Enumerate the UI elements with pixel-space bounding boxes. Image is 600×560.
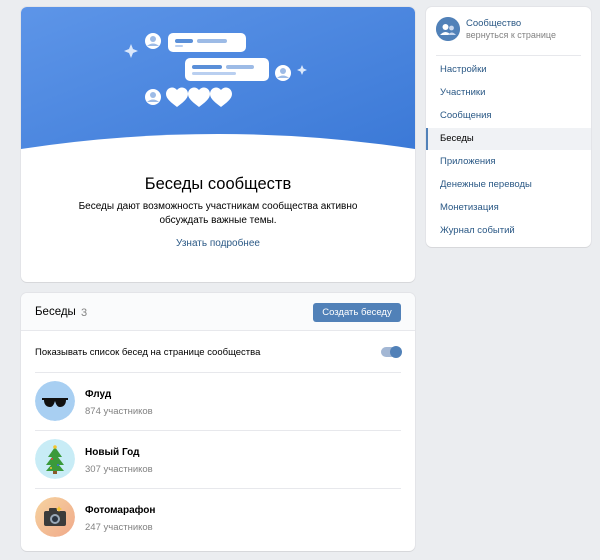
chats-count: 3	[81, 307, 88, 319]
chat-avatar	[35, 439, 75, 479]
chats-list-card: Беседы 3 Создать беседу Показывать списо…	[21, 293, 415, 551]
promo-description: Беседы дают возможность участникам сообщ…	[78, 201, 358, 226]
chat-members-count: 247 участников	[85, 522, 153, 533]
chat-name: Флуд	[85, 389, 112, 400]
menu-item-settings[interactable]: Настройки	[426, 59, 591, 81]
chats-promo-card: Беседы сообществ Беседы дают возможность…	[21, 7, 415, 282]
chat-members-count: 874 участников	[85, 406, 153, 417]
menu-item-monetization[interactable]: Монетизация	[426, 197, 591, 219]
toggle-knob	[390, 346, 402, 358]
learn-more-link[interactable]: Узнать подробнее	[21, 238, 415, 249]
chat-list-item[interactable]: Фотомарафон 247 участников	[35, 489, 401, 546]
back-to-page-link: вернуться к странице	[466, 30, 556, 40]
chat-name: Фотомарафон	[85, 505, 156, 516]
chat-name: Новый Год	[85, 447, 140, 458]
chat-list-item[interactable]: Флуд 874 участников	[35, 373, 401, 430]
show-chats-toggle[interactable]	[381, 346, 402, 358]
sunglasses-icon	[35, 381, 75, 421]
chat-members-count: 307 участников	[85, 464, 153, 475]
menu-item-money-transfers[interactable]: Денежные переводы	[426, 174, 591, 196]
show-chats-setting: Показывать список бесед на странице сооб…	[35, 345, 402, 361]
community-avatar	[436, 17, 460, 41]
menu-item-event-log[interactable]: Журнал событий	[426, 220, 591, 242]
chat-list-item[interactable]: Новый Год 307 участников	[35, 431, 401, 488]
community-name: Сообщество	[466, 18, 522, 29]
menu-item-chats[interactable]: Беседы	[426, 128, 591, 150]
users-group-icon	[436, 17, 460, 41]
chats-title: Беседы	[35, 306, 76, 318]
chat-avatar	[35, 381, 75, 421]
chat-avatar	[35, 497, 75, 537]
divider	[436, 55, 581, 56]
community-settings-menu: Сообщество вернуться к странице Настройк…	[426, 7, 591, 247]
show-chats-label: Показывать список бесед на странице сооб…	[35, 347, 261, 358]
create-chat-button[interactable]: Создать беседу	[313, 303, 401, 322]
menu-item-members[interactable]: Участники	[426, 82, 591, 104]
menu-item-messages[interactable]: Сообщения	[426, 105, 591, 127]
chats-header: Беседы 3 Создать беседу	[21, 293, 415, 331]
camera-icon	[35, 497, 75, 537]
community-link[interactable]: Сообщество вернуться к странице	[436, 17, 586, 47]
chats-illustration	[21, 7, 415, 162]
promo-title: Беседы сообществ	[144, 175, 292, 193]
christmas-tree-icon	[35, 439, 75, 479]
menu-item-apps[interactable]: Приложения	[426, 151, 591, 173]
